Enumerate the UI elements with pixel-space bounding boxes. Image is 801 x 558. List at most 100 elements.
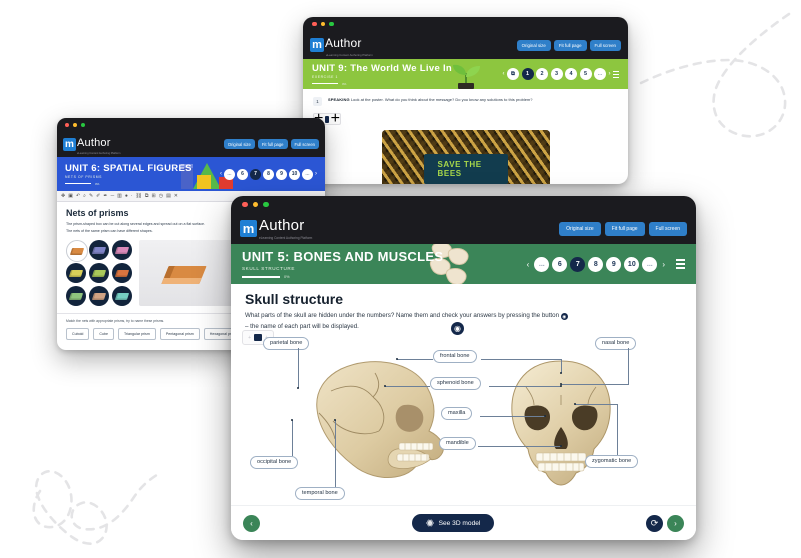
original-size-button[interactable]: Original size bbox=[516, 39, 551, 51]
label-nasal-bone[interactable]: nasal bone bbox=[595, 336, 637, 350]
eraser-icon[interactable]: ✒ bbox=[103, 193, 107, 199]
undo-icon[interactable]: ↶ bbox=[76, 193, 80, 199]
label-maxilla[interactable]: maxilla bbox=[441, 406, 473, 420]
label-parietal-bone[interactable]: parietal bone bbox=[263, 336, 310, 350]
pager-item-4[interactable]: 4 bbox=[565, 68, 577, 80]
maximize-dot[interactable] bbox=[81, 122, 85, 127]
minimize-dot[interactable] bbox=[73, 122, 77, 127]
pager-item-5[interactable]: 10 bbox=[289, 168, 300, 180]
prism-swatch[interactable] bbox=[89, 263, 109, 284]
pager-item-2[interactable]: 7 bbox=[250, 168, 261, 180]
fit-full-page-button[interactable]: Fit full page bbox=[257, 139, 288, 149]
original-size-button[interactable]: Original size bbox=[223, 139, 255, 149]
maximize-dot[interactable] bbox=[329, 21, 334, 27]
link-icon[interactable]: ⛓ bbox=[136, 193, 142, 199]
screenshot-icon[interactable] bbox=[325, 115, 329, 123]
close-icon[interactable]: ✕ bbox=[174, 193, 178, 199]
answer-option[interactable]: Cuboid bbox=[66, 328, 90, 341]
pager-next[interactable]: › bbox=[662, 260, 665, 269]
maximize-dot[interactable] bbox=[263, 201, 269, 208]
image-icon[interactable]: ▤ bbox=[166, 193, 171, 199]
answer-option[interactable]: Pentagonal prism bbox=[159, 328, 200, 341]
mauthor-logo[interactable]: m Author eLearning Content Authoring Pla… bbox=[240, 217, 312, 240]
pager-item-6[interactable]: ... bbox=[302, 168, 313, 180]
line-icon[interactable]: ─ bbox=[111, 193, 115, 199]
columns-icon[interactable]: ⊞ bbox=[151, 193, 155, 199]
pager-prev[interactable]: ‹ bbox=[220, 171, 222, 177]
pager-next[interactable]: › bbox=[315, 171, 317, 177]
dropper-icon[interactable]: · bbox=[131, 193, 133, 199]
pager-item-4[interactable]: 9 bbox=[276, 168, 287, 180]
label-mandible[interactable]: mandible bbox=[439, 436, 476, 450]
original-size-button[interactable]: Original size bbox=[559, 221, 601, 236]
fit-full-page-button[interactable]: Fit full page bbox=[604, 221, 645, 236]
full-screen-button[interactable]: Full screen bbox=[648, 221, 687, 236]
pointer-icon[interactable]: ✥ bbox=[61, 193, 65, 199]
reveal-answers-button[interactable]: ◉ bbox=[451, 322, 464, 335]
fit-full-page-button[interactable]: Fit full page bbox=[553, 39, 587, 51]
window-unit5[interactable]: m Author eLearning Content Authoring Pla… bbox=[231, 196, 696, 540]
pager-item-3[interactable]: 8 bbox=[588, 256, 604, 272]
pager-next[interactable]: › bbox=[609, 71, 611, 77]
color-icon[interactable]: ● bbox=[125, 193, 128, 199]
clock-icon[interactable]: ◷ bbox=[159, 193, 163, 199]
pager-item-1[interactable]: 6 bbox=[552, 256, 568, 272]
pager-item-6[interactable]: ... bbox=[594, 68, 606, 80]
label-temporal-bone[interactable]: temporal bone bbox=[295, 486, 345, 500]
prism-swatch[interactable] bbox=[66, 286, 86, 307]
stamp-icon[interactable]: ▣ bbox=[68, 193, 73, 199]
prism-swatch[interactable] bbox=[112, 240, 132, 261]
prism-swatch[interactable] bbox=[112, 263, 132, 284]
label-sphenoid-bone[interactable]: sphenoid bone bbox=[430, 376, 481, 390]
pager-item-0[interactable]: ⧉ bbox=[507, 68, 519, 80]
zoom-icon[interactable]: ⌕ bbox=[83, 193, 86, 199]
full-screen-button[interactable]: Full screen bbox=[290, 139, 319, 149]
close-dot[interactable] bbox=[242, 201, 248, 208]
eye-icon[interactable]: ◉ bbox=[560, 313, 568, 321]
minimize-dot[interactable] bbox=[252, 201, 258, 208]
label-frontal-bone[interactable]: frontal bone bbox=[433, 349, 477, 363]
pager-prev[interactable]: ‹ bbox=[527, 260, 530, 269]
pager-item-0[interactable]: ... bbox=[534, 256, 550, 272]
pager-item-6[interactable]: ... bbox=[642, 256, 658, 272]
reset-button[interactable]: ⟳ bbox=[645, 514, 663, 532]
copy-icon[interactable]: ⧉ bbox=[145, 193, 149, 199]
label-occipital-bone[interactable]: occipital bone bbox=[250, 455, 299, 469]
pager-item-2[interactable]: 7 bbox=[570, 256, 586, 272]
marker-parietal bbox=[297, 386, 300, 390]
mauthor-logo[interactable]: m Author eLearning Content Authoring Pla… bbox=[63, 133, 120, 155]
prism-swatch[interactable] bbox=[89, 286, 109, 307]
see-3d-model-button[interactable]: See 3D model bbox=[411, 514, 495, 532]
full-screen-button[interactable]: Full screen bbox=[589, 39, 621, 51]
next-page-button[interactable]: › bbox=[666, 514, 684, 532]
answer-option[interactable]: Cube bbox=[93, 328, 114, 341]
pager-prev[interactable]: ‹ bbox=[503, 71, 505, 77]
menu-icon[interactable] bbox=[676, 258, 685, 271]
prism-3d-model[interactable] bbox=[161, 266, 207, 285]
pager-item-5[interactable]: 10 bbox=[624, 256, 640, 272]
pager-item-2[interactable]: 2 bbox=[536, 68, 548, 80]
prism-swatch[interactable] bbox=[112, 286, 132, 307]
prism-swatch[interactable] bbox=[66, 240, 88, 263]
menu-icon[interactable] bbox=[613, 70, 619, 79]
pen-icon[interactable]: ✎ bbox=[89, 193, 93, 199]
pager-item-4[interactable]: 9 bbox=[606, 256, 622, 272]
close-dot[interactable] bbox=[65, 122, 69, 127]
answer-option[interactable]: Triangular prism bbox=[117, 328, 156, 341]
prev-page-button[interactable]: ‹ bbox=[243, 514, 260, 532]
pager-item-3[interactable]: 8 bbox=[263, 168, 274, 180]
highlighter-icon[interactable]: ✐ bbox=[96, 193, 100, 199]
prism-swatch[interactable] bbox=[66, 263, 86, 284]
pager-item-0[interactable]: ... bbox=[224, 168, 235, 180]
pager-item-1[interactable]: 6 bbox=[237, 168, 248, 180]
grid-icon[interactable]: ▥ bbox=[117, 193, 122, 199]
label-zygomatic-bone[interactable]: zygomatic bone bbox=[585, 454, 639, 468]
pager-item-5[interactable]: 5 bbox=[579, 68, 592, 80]
pager-item-1[interactable]: 1 bbox=[521, 68, 534, 80]
prism-swatch[interactable] bbox=[89, 240, 109, 261]
close-dot[interactable] bbox=[312, 21, 317, 27]
window-unit9[interactable]: m Author eLearning Content Authoring Pla… bbox=[303, 17, 628, 184]
mauthor-logo[interactable]: m Author eLearning Content Authoring Pla… bbox=[310, 34, 373, 57]
pager-item-3[interactable]: 3 bbox=[550, 68, 563, 80]
minimize-dot[interactable] bbox=[320, 21, 325, 27]
